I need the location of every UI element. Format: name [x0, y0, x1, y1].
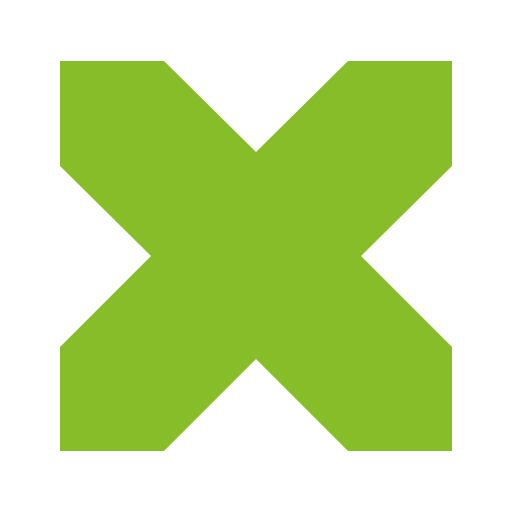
- close-icon[interactable]: [0, 0, 512, 512]
- x-mark-shape: [60, 61, 452, 451]
- icon-canvas: [0, 0, 512, 512]
- close-icon-svg: [60, 61, 452, 451]
